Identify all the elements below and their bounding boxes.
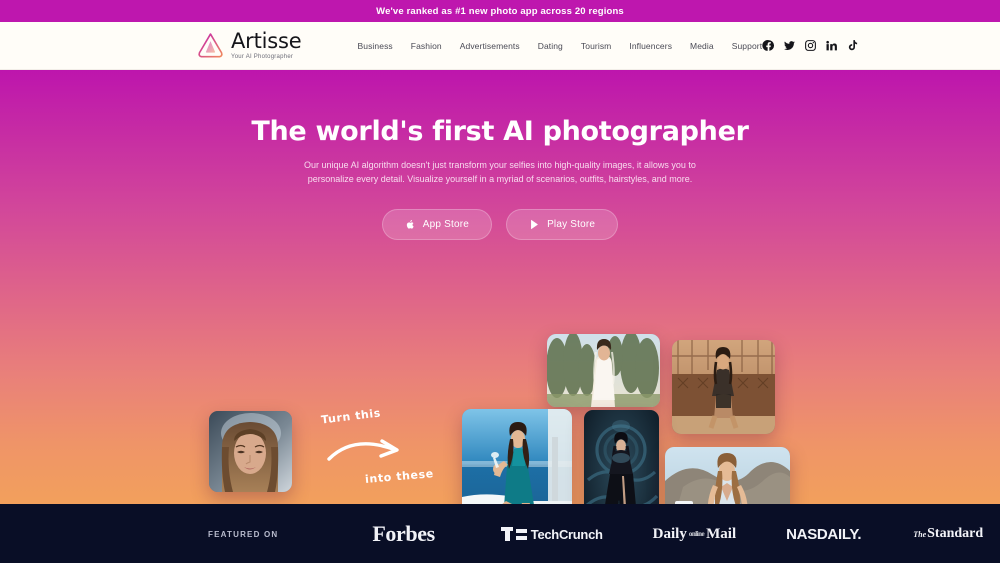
- twitter-icon[interactable]: [783, 39, 796, 52]
- after-boat-photo: [462, 409, 572, 504]
- logo-tagline: Your AI Photographer: [231, 54, 294, 60]
- announcement-text: We've ranked as #1 new photo app across …: [376, 5, 624, 17]
- standard-logo: The Standard: [913, 526, 983, 542]
- nav-item-support[interactable]: Support: [732, 41, 762, 51]
- daily-mail-logo: Daily online Mail: [653, 526, 736, 543]
- artisse-triangle-logo-icon: [196, 31, 225, 60]
- hero-section: The world's first AI photographer Our un…: [0, 70, 1000, 504]
- brand-logos: Forbes TechCrunch Daily online Mail NASD…: [372, 521, 983, 547]
- nav-item-fashion[interactable]: Fashion: [411, 41, 442, 51]
- photo-collage: Turn this into these: [0, 70, 1000, 504]
- forbes-logo: Forbes: [372, 521, 435, 546]
- artisse-landing-page: We've ranked as #1 new photo app across …: [0, 0, 1000, 563]
- featured-on-label: FEATURED ON: [208, 529, 279, 539]
- announcement-banner[interactable]: We've ranked as #1 new photo app across …: [0, 0, 1000, 22]
- curved-arrow-icon: [327, 435, 411, 470]
- nav-item-dating[interactable]: Dating: [538, 41, 563, 51]
- nav-item-influencers[interactable]: Influencers: [629, 41, 672, 51]
- techcrunch-mark-icon: [500, 526, 528, 542]
- before-selfie-photo: [209, 411, 292, 492]
- after-santorini-photo: [665, 447, 790, 504]
- nav-item-advertisements[interactable]: Advertisements: [460, 41, 520, 51]
- nav-item-tourism[interactable]: Tourism: [581, 41, 611, 51]
- techcrunch-label: TechCrunch: [530, 526, 603, 542]
- site-header: Artisse Your AI Photographer Business Fa…: [0, 22, 1000, 70]
- nav-item-business[interactable]: Business: [357, 41, 392, 51]
- turn-this-annotation: Turn this: [320, 406, 382, 427]
- techcrunch-logo: TechCrunch: [500, 526, 603, 542]
- instagram-icon[interactable]: [804, 39, 817, 52]
- daily-mail-label-a: Daily: [652, 525, 687, 542]
- daily-mail-label-b: Mail: [706, 525, 737, 542]
- main-navigation: Business Fashion Advertisements Dating T…: [357, 41, 762, 51]
- daily-mail-label-mid: online: [688, 530, 705, 538]
- nasdaily-logo: NASDAILY.: [786, 525, 862, 543]
- standard-label: Standard: [927, 526, 984, 541]
- after-bride-photo: [547, 334, 660, 407]
- after-dark-gown-photo: [584, 410, 659, 504]
- featured-on-section: FEATURED ON Forbes TechCrunch Daily onli…: [0, 504, 1000, 563]
- nav-item-media[interactable]: Media: [690, 41, 714, 51]
- standard-label-pre: The: [913, 530, 927, 539]
- tiktok-icon[interactable]: [846, 39, 859, 52]
- linkedin-icon[interactable]: [825, 39, 838, 52]
- social-links: [762, 39, 859, 52]
- logo-name: Artisse: [231, 29, 302, 53]
- facebook-icon[interactable]: [762, 39, 775, 52]
- after-lingerie-photo: [672, 340, 775, 434]
- logo[interactable]: Artisse Your AI Photographer: [196, 29, 302, 60]
